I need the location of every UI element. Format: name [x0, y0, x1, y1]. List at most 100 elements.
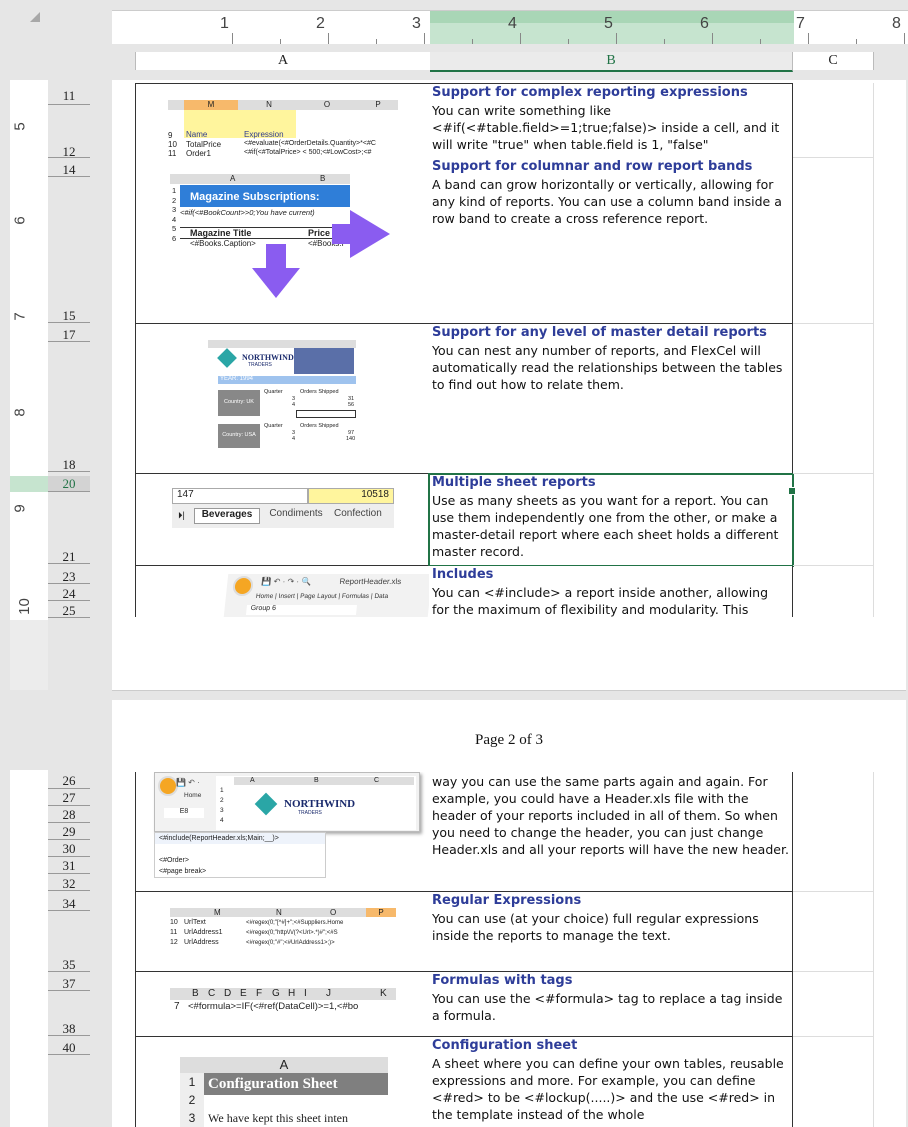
feature-cell-selected[interactable]: Multiple sheet reports Use as many sheet… — [428, 473, 794, 567]
row-header[interactable]: 40 — [48, 1040, 90, 1055]
feature-title: Support for columnar and row report band… — [432, 159, 753, 174]
office-button-icon — [158, 776, 178, 796]
feature-title: Configuration sheet — [432, 1038, 578, 1053]
horizontal-ruler: 1 2 3 4 5 6 7 8 — [112, 10, 908, 45]
ruler-number: 2 — [316, 15, 325, 32]
print-page-1: M N O P 9 10 11 Name TotalPrice Order1 E… — [112, 80, 906, 691]
sheet-tab[interactable]: Condiments — [260, 508, 332, 522]
column-header-a[interactable]: A — [135, 52, 431, 70]
feature-cell[interactable]: way you can use the same parts again and… — [429, 772, 793, 892]
ruler-number: 4 — [508, 15, 517, 32]
empty-cell — [793, 158, 874, 324]
feature-description: You can use the <#formula> tag to replac… — [432, 991, 783, 1023]
image-cell[interactable]: NORTHWIND TRADERS YEAR: 1994 Country: UK… — [135, 324, 431, 474]
down-arrow-icon — [252, 268, 300, 298]
row-header[interactable]: 14 — [48, 162, 90, 177]
feature-description: You can <#include> a report inside anoth… — [432, 585, 769, 617]
row-header[interactable]: 38 — [48, 1021, 90, 1036]
config-sheet-screenshot: A 123 Configuration Sheet We have kept t… — [180, 1057, 388, 1127]
row-header[interactable]: 37 — [48, 976, 90, 991]
empty-cell — [793, 566, 874, 617]
feature-title: Support for any level of master detail r… — [432, 325, 767, 340]
feature-cell[interactable]: Includes You can <#include> a report ins… — [429, 566, 793, 617]
ruler-number: 8 — [892, 15, 901, 32]
row-header[interactable]: 30 — [48, 841, 90, 857]
row-header[interactable]: 12 — [48, 144, 90, 159]
feature-cell[interactable]: Regular Expressions You can use (at your… — [429, 892, 793, 972]
image-cell[interactable]: B C D E F G H I J K 7 <#formula>=IF(<#re… — [135, 972, 431, 1037]
feature-description: A band can grow horizontally or vertical… — [432, 177, 782, 226]
northwind-logo: NORTHWIND TRADERS — [217, 348, 294, 372]
ruler-number: 7 — [796, 15, 805, 32]
right-arrow-icon — [350, 210, 390, 258]
feature-description: You can nest any number of reports, and … — [432, 343, 783, 392]
feature-description: You can use (at your choice) full regula… — [432, 911, 759, 943]
select-all-triangle-icon — [30, 12, 40, 22]
row-header[interactable]: 29 — [48, 824, 90, 840]
row-header[interactable]: 21 — [48, 549, 90, 564]
row-header[interactable]: 25 — [48, 603, 90, 618]
northwind-logo: NORTHWIND TRADERS — [254, 792, 358, 820]
ruler-number: 6 — [700, 15, 709, 32]
sheet-tab[interactable]: Beverages — [194, 508, 260, 524]
ruler-number: 9 — [11, 504, 29, 513]
ruler-number: 1 — [220, 15, 229, 32]
feature-title: Support for complex reporting expression… — [432, 85, 748, 100]
image-cell[interactable]: 💾 ↶ · ↷ · 🔍 ReportHeader.xls Home | Inse… — [135, 566, 431, 617]
row-header[interactable]: 24 — [48, 586, 90, 601]
image-cell[interactable]: A 123 Configuration Sheet We have kept t… — [135, 1037, 431, 1127]
row-header-selected[interactable]: 20 — [48, 476, 90, 492]
formula-screenshot: B C D E F G H I J K 7 <#formula>=IF(<#re… — [170, 988, 396, 1016]
feature-title: Multiple sheet reports — [432, 475, 596, 490]
empty-cell — [793, 772, 874, 892]
ruler-number: 5 — [11, 122, 29, 131]
column-header-b[interactable]: B — [430, 52, 793, 72]
image-cell[interactable]: A B Magazine Subscriptions: <#if(<#BookC… — [135, 158, 431, 324]
column-headers: A B C — [112, 44, 908, 80]
empty-cell — [793, 83, 874, 158]
row-header[interactable]: 18 — [48, 457, 90, 472]
image-cell[interactable]: 147 10518 ⏵| Beverages Condiments Confec… — [135, 474, 431, 566]
feature-cell[interactable]: Formulas with tags You can use the <#for… — [429, 972, 793, 1037]
row-header[interactable]: 23 — [48, 569, 90, 584]
sheet-tab[interactable]: Confection — [334, 508, 394, 522]
print-page-2: Page 2 of 3 💾 ↶ · Home E8 ABC 1234 NORTH… — [112, 700, 906, 1127]
feature-title: Formulas with tags — [432, 973, 573, 988]
feature-cell[interactable]: Support for columnar and row report band… — [429, 158, 793, 324]
feature-title: Regular Expressions — [432, 893, 582, 908]
feature-cell[interactable]: Configuration sheet A sheet where you ca… — [429, 1037, 793, 1127]
row-header[interactable]: 11 — [48, 88, 90, 105]
vertical-ruler: 5 6 7 8 9 10 — [10, 80, 48, 690]
vertical-ruler-page2 — [10, 770, 48, 1127]
image-cell[interactable]: 💾 ↶ · Home E8 ABC 1234 NORTHWIND TRADERS… — [135, 772, 431, 892]
row-header[interactable]: 17 — [48, 327, 90, 342]
expression-screenshot: M N O P 9 10 11 Name TotalPrice Order1 E… — [168, 100, 398, 158]
row-header[interactable]: 32 — [48, 876, 90, 891]
ruler-number: 10 — [15, 598, 33, 615]
row-header[interactable]: 34 — [48, 896, 90, 911]
feature-description: way you can use the same parts again and… — [432, 774, 789, 857]
feature-cell[interactable]: Support for any level of master detail r… — [429, 324, 793, 474]
master-detail-screenshot: NORTHWIND TRADERS YEAR: 1994 Country: UK… — [208, 340, 356, 450]
empty-cell — [793, 324, 874, 474]
select-all-corner[interactable] — [0, 0, 112, 44]
includes-screenshot: 💾 ↶ · ↷ · 🔍 ReportHeader.xls Home | Inse… — [223, 574, 430, 617]
column-header-c[interactable]: C — [793, 52, 874, 70]
row-header[interactable]: 26 — [48, 773, 90, 789]
image-cell[interactable]: M N O P 9 10 11 Name TotalPrice Order1 E… — [135, 83, 431, 159]
row-header[interactable]: 15 — [48, 308, 90, 323]
row-header[interactable]: 28 — [48, 807, 90, 823]
row-header[interactable]: 27 — [48, 790, 90, 806]
sheet-tabs-screenshot: 147 10518 ⏵| Beverages Condiments Confec… — [172, 488, 394, 528]
office-button-icon — [231, 576, 255, 596]
regex-screenshot: M N O P 10 11 12 UrlText UrlAddress1 UrlAddr… — [170, 908, 396, 950]
empty-cell — [793, 892, 874, 972]
image-cell[interactable]: M N O P 10 11 12 UrlText UrlAddress1 UrlAddr… — [135, 892, 431, 972]
row-header[interactable]: 31 — [48, 858, 90, 874]
row-header[interactable]: 35 — [48, 957, 90, 972]
ruler-number: 8 — [11, 408, 29, 417]
ruler-number: 5 — [604, 15, 613, 32]
feature-description: Use as many sheets as you want for a rep… — [432, 493, 779, 559]
feature-cell[interactable]: Support for complex reporting expression… — [429, 83, 793, 159]
feature-description: A sheet where you can define your own ta… — [432, 1056, 784, 1122]
